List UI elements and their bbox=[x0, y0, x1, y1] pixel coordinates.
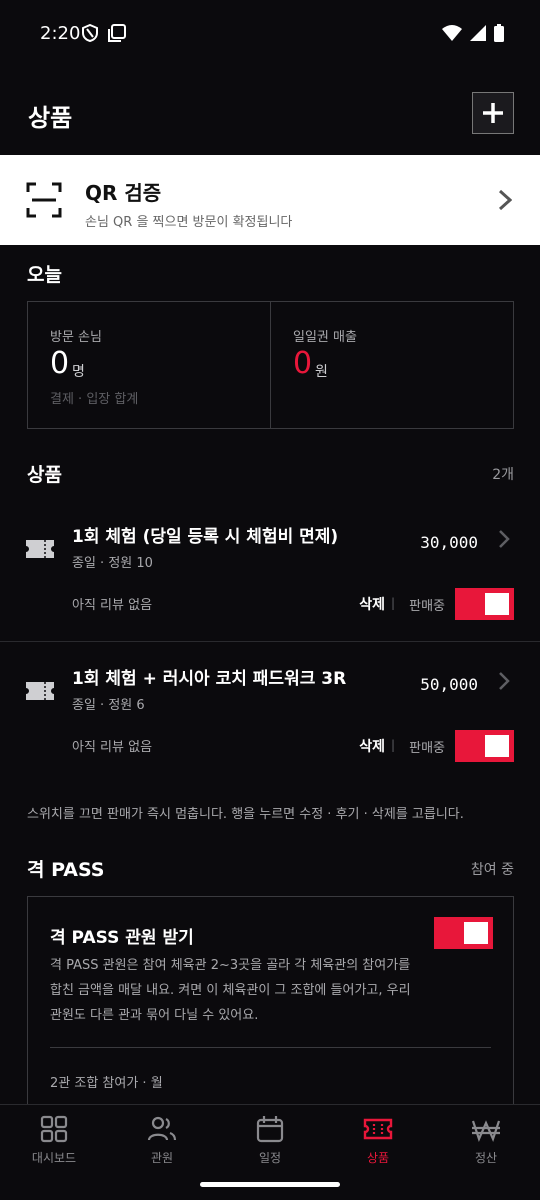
today-section-title: 오늘 bbox=[27, 264, 62, 286]
visitors-foot: 결제 · 입장 합계 bbox=[50, 392, 139, 407]
signal-icon bbox=[470, 25, 486, 41]
product-name: 1회 체험 + 러시아 코치 패드워크 3R bbox=[72, 669, 347, 689]
product-price: 50,000 bbox=[420, 675, 478, 694]
page-title: 상품 bbox=[28, 104, 73, 132]
ticket-icon bbox=[26, 682, 54, 700]
page-header: 상품 bbox=[0, 88, 540, 144]
calendar-icon bbox=[256, 1116, 284, 1143]
status-bar: 2:20 bbox=[0, 0, 540, 70]
sale-status-label: 판매중 bbox=[409, 599, 445, 614]
qr-subtitle: 손님 QR 을 찍으면 방문이 확정됩니다 bbox=[85, 215, 293, 230]
qr-verify-card[interactable]: QR 검증 손님 QR 을 찍으면 방문이 확정됩니다 bbox=[0, 155, 540, 245]
products-section-title: 상품 bbox=[27, 464, 62, 486]
ticket-icon bbox=[363, 1118, 393, 1140]
pass-subtitle: 2관 조합 참여가 · 월 bbox=[50, 1076, 163, 1091]
divider bbox=[50, 1047, 491, 1048]
product-row[interactable]: 1회 체험 + 러시아 코치 패드워크 3R 종일 · 정원 6 50,000 … bbox=[0, 642, 540, 784]
pass-status: 참여 중 bbox=[470, 862, 514, 878]
pass-toggle[interactable] bbox=[434, 917, 493, 949]
product-price: 30,000 bbox=[420, 533, 478, 552]
pass-card: 격 PASS 관원 받기 격 PASS 관원은 참여 체육관 2~3곳을 골라 … bbox=[27, 896, 514, 1136]
sales-stat: 일일권 매출 0 원 bbox=[270, 302, 513, 428]
screenshot-icon bbox=[108, 24, 126, 42]
wifi-icon bbox=[442, 25, 462, 41]
sales-label: 일일권 매출 bbox=[293, 330, 357, 345]
chevron-right-icon bbox=[499, 672, 510, 690]
sales-value: 0 bbox=[293, 346, 313, 381]
users-icon bbox=[147, 1116, 177, 1141]
delete-button[interactable]: 삭제 bbox=[359, 736, 385, 756]
nav-item-dashboard[interactable]: 대시보드 bbox=[0, 1105, 108, 1200]
product-name: 1회 체험 (당일 등록 시 체험비 면제) bbox=[72, 527, 339, 547]
sale-toggle[interactable] bbox=[455, 588, 514, 620]
home-indicator[interactable] bbox=[200, 1182, 340, 1187]
today-stats: 방문 손님 0 명 결제 · 입장 합계 일일권 매출 0 원 bbox=[27, 301, 514, 429]
visitors-label: 방문 손님 bbox=[50, 330, 102, 345]
products-count: 2개 bbox=[492, 467, 514, 483]
nav-label: 대시보드 bbox=[31, 1151, 77, 1165]
won-icon bbox=[471, 1120, 501, 1143]
grid-icon bbox=[40, 1115, 68, 1143]
nav-label: 상품 bbox=[366, 1151, 390, 1165]
product-row[interactable]: 1회 체험 (당일 등록 시 체험비 면제) 종일 · 정원 10 30,000… bbox=[0, 500, 540, 642]
sales-unit: 원 bbox=[315, 364, 328, 380]
qr-scan-icon bbox=[26, 182, 62, 218]
nav-label: 일정 bbox=[258, 1151, 282, 1165]
nav-label: 관원 bbox=[150, 1151, 174, 1165]
pass-description: 격 PASS 관원은 참여 체육관 2~3곳을 골라 각 체육관의 참여가를 합… bbox=[50, 958, 411, 1023]
nav-item-settlement[interactable]: 정산 bbox=[432, 1105, 540, 1200]
ticket-icon bbox=[26, 540, 54, 558]
chevron-right-icon bbox=[498, 189, 512, 211]
delete-button[interactable]: 삭제 bbox=[359, 594, 385, 614]
product-review: 아직 리뷰 없음 bbox=[72, 598, 153, 613]
nav-label: 정산 bbox=[474, 1151, 498, 1165]
pass-card-title: 격 PASS 관원 받기 bbox=[50, 928, 194, 948]
product-meta: 종일 · 정원 10 bbox=[72, 556, 153, 571]
product-meta: 종일 · 정원 6 bbox=[72, 698, 145, 713]
battery-icon bbox=[494, 24, 504, 42]
sale-toggle[interactable] bbox=[455, 730, 514, 762]
visitors-unit: 명 bbox=[72, 364, 85, 380]
products-hint: 스위치를 끄면 판매가 즉시 멈춥니다. 행을 누르면 수정 · 후기 · 삭제… bbox=[27, 807, 464, 822]
shield-icon bbox=[82, 24, 98, 42]
pass-section-title: 격 PASS bbox=[27, 859, 105, 881]
qr-title: QR 검증 bbox=[85, 181, 162, 205]
visitors-stat: 방문 손님 0 명 결제 · 입장 합계 bbox=[28, 302, 270, 428]
product-review: 아직 리뷰 없음 bbox=[72, 740, 153, 755]
visitors-value: 0 bbox=[50, 346, 70, 381]
add-product-button[interactable] bbox=[472, 92, 514, 134]
plus-icon bbox=[483, 103, 503, 123]
sale-status-label: 판매중 bbox=[409, 741, 445, 756]
status-time: 2:20 bbox=[40, 23, 81, 44]
chevron-right-icon bbox=[499, 530, 510, 548]
nav-item-products[interactable]: 상품 bbox=[324, 1105, 432, 1200]
